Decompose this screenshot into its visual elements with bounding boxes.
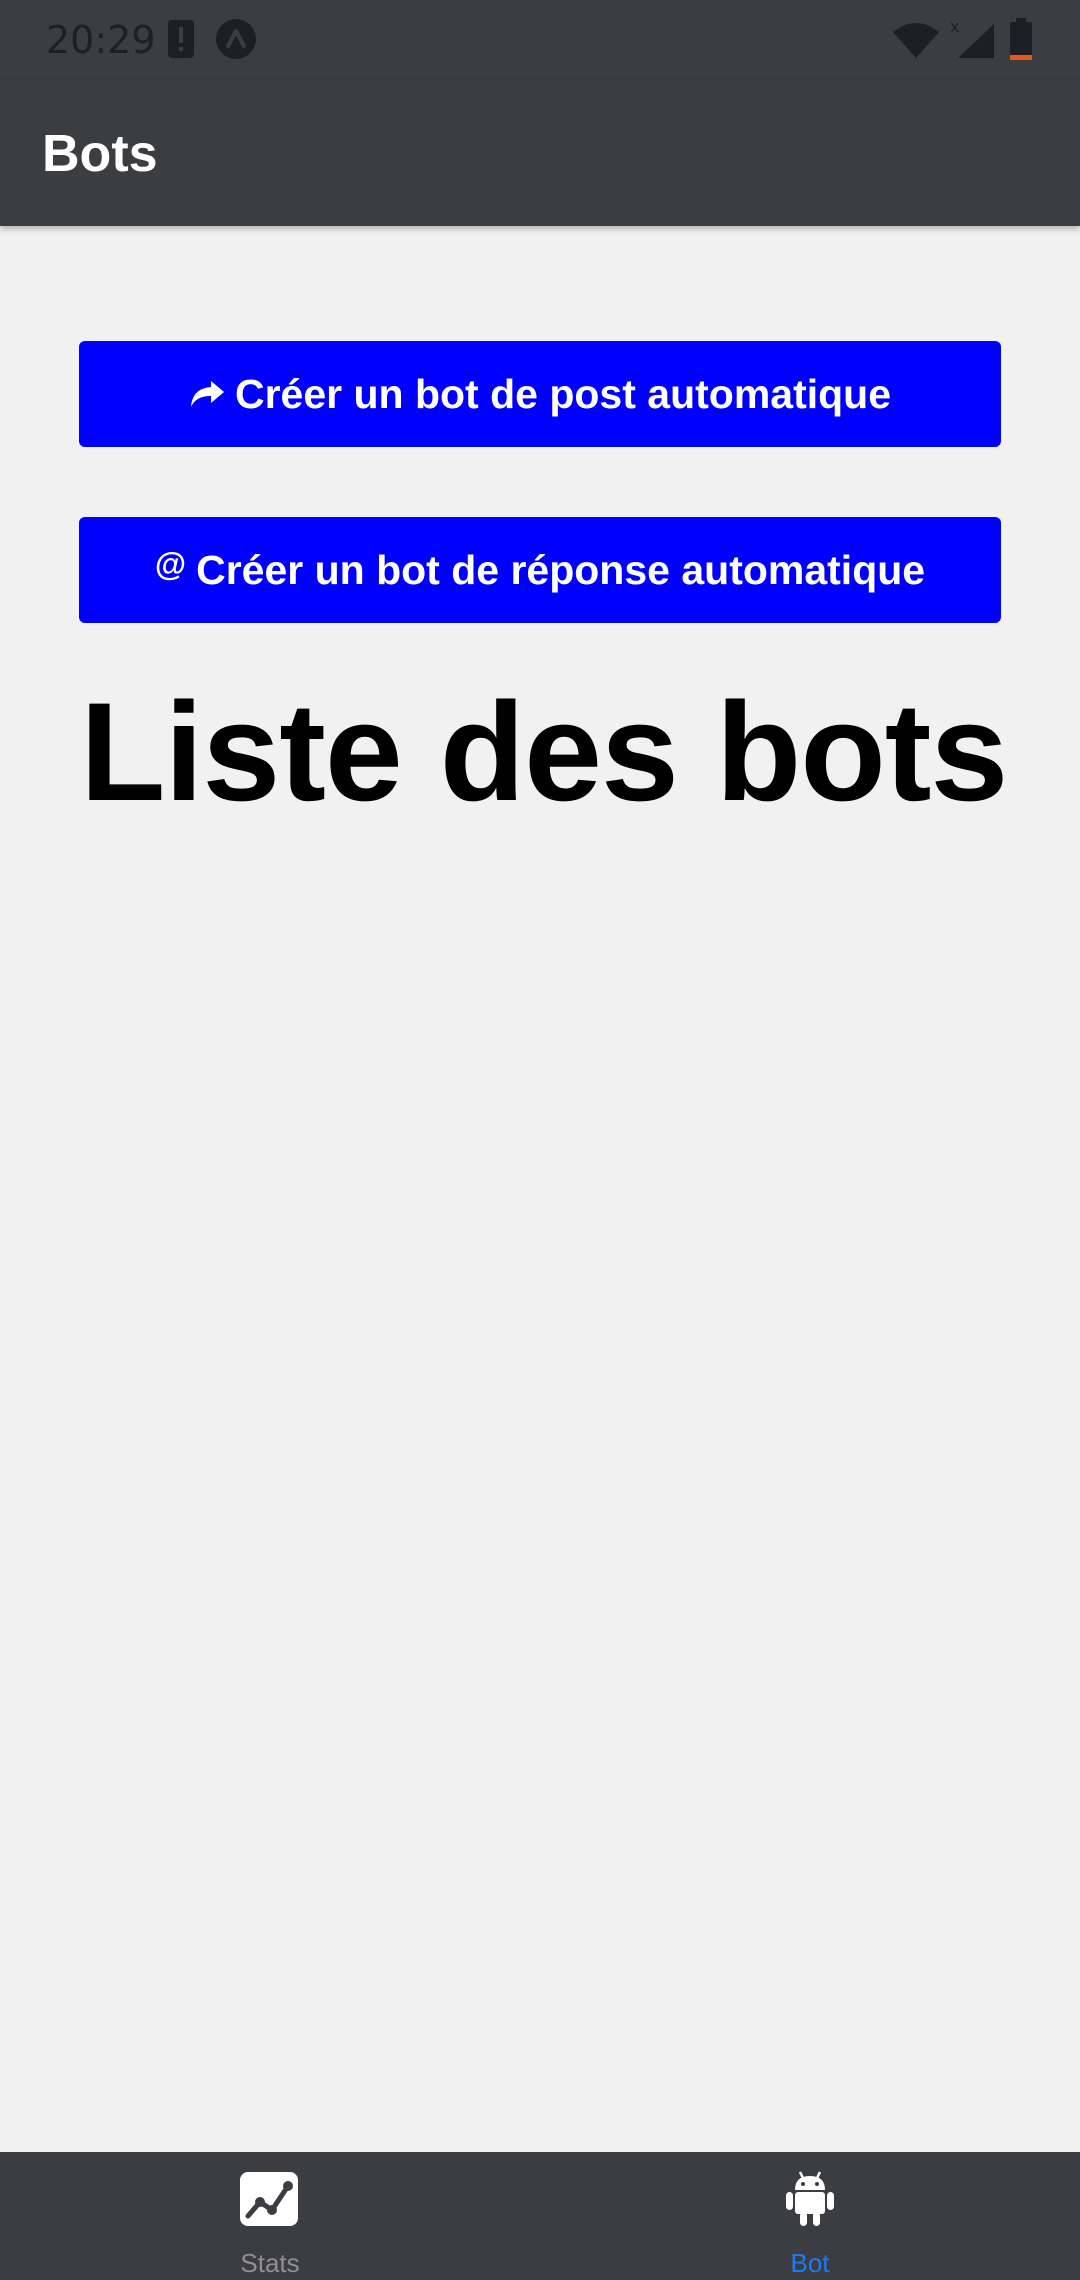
create-post-bot-button[interactable]: Créer un bot de post automatique [79, 341, 1001, 447]
android-icon [786, 2171, 834, 2226]
alert-icon [168, 20, 194, 58]
tab-stats[interactable]: Stats [0, 2152, 540, 2280]
create-reply-bot-button[interactable]: @ Créer un bot de réponse automatique [79, 517, 1001, 623]
at-icon: @ [154, 545, 187, 582]
tab-stats-label: Stats [240, 2248, 300, 2278]
create-post-bot-label: Créer un bot de post automatique [234, 370, 892, 417]
app-bar: Bots [0, 80, 1080, 226]
status-time: 20:29 [46, 18, 156, 62]
chart-icon [240, 2172, 298, 2226]
battery-icon [1010, 18, 1032, 60]
nav-app-icon [216, 19, 256, 59]
svg-text:x: x [950, 18, 959, 36]
bottom-nav: Stats Bot [0, 2152, 1080, 2280]
create-reply-bot-label: Créer un bot de réponse automatique [196, 546, 926, 593]
tab-bot[interactable]: Bot [540, 2152, 1080, 2280]
status-bar: 20:29 x [0, 0, 1080, 80]
wifi-icon [893, 23, 939, 58]
share-arrow-icon [189, 379, 225, 409]
page-title: Bots [42, 125, 158, 183]
bot-list-title: Liste des bots [80, 673, 1008, 830]
signal-icon: x [950, 18, 994, 58]
tab-bot-label: Bot [790, 2248, 830, 2278]
